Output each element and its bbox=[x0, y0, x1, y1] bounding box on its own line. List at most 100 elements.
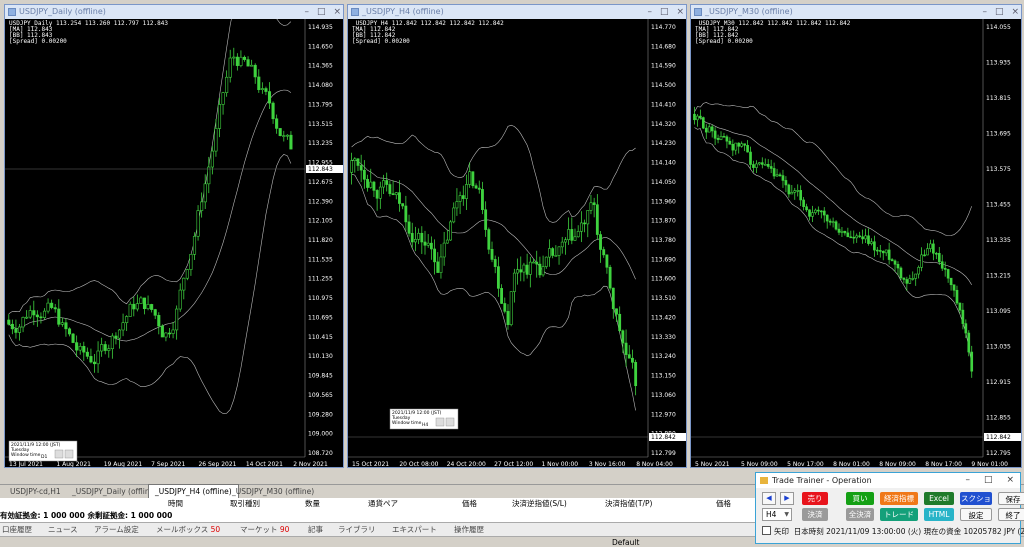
candle-body bbox=[734, 142, 738, 151]
maximize-icon[interactable]: □ bbox=[995, 5, 1004, 19]
candle-body bbox=[914, 273, 918, 279]
next-bar-button[interactable]: ▶ bbox=[780, 492, 794, 505]
maximize-icon[interactable]: □ bbox=[317, 5, 326, 19]
candle-body bbox=[442, 242, 446, 258]
candle-body bbox=[955, 289, 959, 304]
dialog-titlebar[interactable]: Trade Trainer - Operation – □ × bbox=[756, 473, 1020, 488]
candle-body bbox=[146, 304, 150, 310]
chart-window-titlebar[interactable]: USDJPY_Daily (offline) – □ × bbox=[5, 5, 343, 19]
trainer-button[interactable]: 買い bbox=[846, 492, 874, 505]
arrow-checkbox[interactable] bbox=[762, 526, 771, 535]
maximize-icon[interactable]: □ bbox=[660, 5, 669, 19]
popup-text: Window time bbox=[11, 452, 41, 458]
trainer-button[interactable]: 保存 bbox=[998, 492, 1024, 505]
column-header[interactable]: 決済指値(T/P) bbox=[605, 498, 652, 510]
terminal-tab[interactable]: メールボックス 50 bbox=[156, 523, 220, 536]
chart-window-m30[interactable]: _USDJPY_M30 (offline) – □ × 114.055 113.935… bbox=[690, 4, 1022, 468]
column-header[interactable]: 価格 bbox=[462, 498, 477, 510]
price-chart[interactable]: 114.055 113.935 113.815 113.695 113.575 113.4… bbox=[691, 19, 1021, 467]
candle-body bbox=[142, 297, 147, 310]
candle-body bbox=[185, 269, 189, 279]
candle-body bbox=[423, 241, 427, 246]
date-tick-label: 13 Jul 2021 bbox=[9, 461, 43, 467]
terminal-tab[interactable]: 記事 bbox=[308, 523, 323, 536]
trainer-button[interactable]: 決済 bbox=[802, 508, 828, 521]
candle-body bbox=[790, 192, 794, 195]
candle-body bbox=[167, 332, 172, 335]
terminal-tab[interactable]: マーケット 90 bbox=[240, 523, 289, 536]
terminal-tab[interactable]: ライブラリ bbox=[338, 523, 376, 536]
tab-usdjpy-h1[interactable]: USDJPY-cd,H1 bbox=[4, 485, 67, 498]
minimize-icon[interactable]: – bbox=[304, 5, 309, 19]
chart-info: USDJPY_Daily 113.254 113.260 112.797 112… bbox=[9, 21, 168, 45]
column-header[interactable]: 価格 bbox=[716, 498, 731, 510]
column-header[interactable]: 取引種別 bbox=[230, 498, 260, 510]
candle-body bbox=[89, 356, 93, 363]
terminal-tab[interactable]: 操作履歴 bbox=[454, 523, 484, 536]
candle-body bbox=[21, 317, 25, 328]
candle-body bbox=[852, 236, 856, 239]
terminal-tab[interactable]: アラーム設定 bbox=[94, 523, 139, 536]
price-tick-label: 109.280 bbox=[308, 411, 333, 418]
terminal-tab[interactable]: エキスパート bbox=[392, 523, 437, 536]
candle-body bbox=[589, 202, 593, 211]
column-header[interactable]: 時間 bbox=[168, 498, 183, 510]
candle-body bbox=[811, 212, 814, 217]
candle-body bbox=[359, 165, 363, 171]
candle-body bbox=[178, 289, 182, 310]
candle-body bbox=[285, 134, 289, 137]
trainer-button[interactable]: トレード bbox=[880, 508, 918, 521]
close-icon[interactable]: × bbox=[1006, 473, 1014, 488]
chart-window-h4[interactable]: _USDJPY_H4 (offline) – □ × 114.770 114.680 1… bbox=[347, 4, 687, 468]
candle-body bbox=[407, 221, 411, 234]
close-icon[interactable]: × bbox=[1011, 5, 1019, 19]
chart-window-daily[interactable]: USDJPY_Daily (offline) – □ × 114.935 114.65… bbox=[4, 4, 344, 468]
candle-body bbox=[696, 115, 699, 121]
trainer-button[interactable]: 終了 bbox=[998, 508, 1024, 521]
maximize-icon[interactable]: □ bbox=[984, 473, 993, 488]
column-header[interactable]: 決済逆指値(S/L) bbox=[512, 498, 567, 510]
candle-body bbox=[426, 242, 430, 246]
close-icon[interactable]: × bbox=[676, 5, 684, 19]
price-tick-label: 113.575 bbox=[986, 166, 1011, 173]
previous-bar-button[interactable]: ◀ bbox=[762, 492, 776, 505]
tab-m30[interactable]: _USDJPY_M30 (offline) bbox=[226, 485, 320, 498]
candle-body bbox=[699, 115, 702, 118]
price-tick-label: 114.590 bbox=[651, 63, 676, 70]
price-chart[interactable]: 114.770 114.680 114.590 114.500 114.410 114.3… bbox=[348, 19, 686, 467]
candle-body bbox=[477, 187, 481, 190]
candle-body bbox=[583, 222, 586, 225]
candle-body bbox=[763, 163, 767, 166]
candle-body bbox=[746, 144, 749, 153]
terminal-tab[interactable]: 口座履歴 bbox=[2, 523, 32, 536]
chart-window-titlebar[interactable]: _USDJPY_H4 (offline) – □ × bbox=[348, 5, 686, 19]
trainer-button[interactable]: 経済指標 bbox=[880, 492, 918, 505]
terminal-tab[interactable]: ニュース bbox=[48, 523, 78, 536]
minimize-icon[interactable]: – bbox=[647, 5, 652, 19]
candle-body bbox=[908, 278, 912, 284]
column-header[interactable]: 数量 bbox=[305, 498, 320, 510]
close-icon[interactable]: × bbox=[333, 5, 341, 19]
current-price-label: 112.842 bbox=[651, 434, 676, 441]
info-line: [Spread] 0.00200 bbox=[9, 38, 67, 45]
price-chart[interactable]: 114.935 114.650 114.365 114.080 113.795 113.5… bbox=[5, 19, 343, 467]
price-tick-label: 113.795 bbox=[308, 101, 333, 108]
trainer-button[interactable]: スクショ bbox=[960, 492, 992, 505]
minimize-icon[interactable]: – bbox=[965, 473, 970, 488]
candle-body bbox=[289, 134, 293, 150]
trainer-button[interactable]: 売り bbox=[802, 492, 828, 505]
column-header[interactable]: 通貨ペア bbox=[368, 498, 398, 510]
trainer-button[interactable]: HTML bbox=[924, 508, 954, 521]
timeframe-select[interactable]: H4 ▼ bbox=[762, 508, 792, 521]
candle-body bbox=[210, 150, 214, 168]
minimize-icon[interactable]: – bbox=[982, 5, 987, 19]
candle-body bbox=[401, 203, 405, 207]
chart-window-titlebar[interactable]: _USDJPY_M30 (offline) – □ × bbox=[691, 5, 1021, 19]
date-tick-label: 15 Oct 2021 bbox=[352, 461, 389, 467]
popup-prev-button bbox=[54, 449, 64, 459]
price-tick-label: 113.455 bbox=[986, 202, 1011, 209]
trainer-button[interactable]: 全決済 bbox=[846, 508, 874, 521]
trainer-button[interactable]: 設定 bbox=[960, 508, 992, 521]
trainer-button[interactable]: Excel bbox=[924, 492, 954, 505]
candle-body bbox=[14, 328, 18, 333]
